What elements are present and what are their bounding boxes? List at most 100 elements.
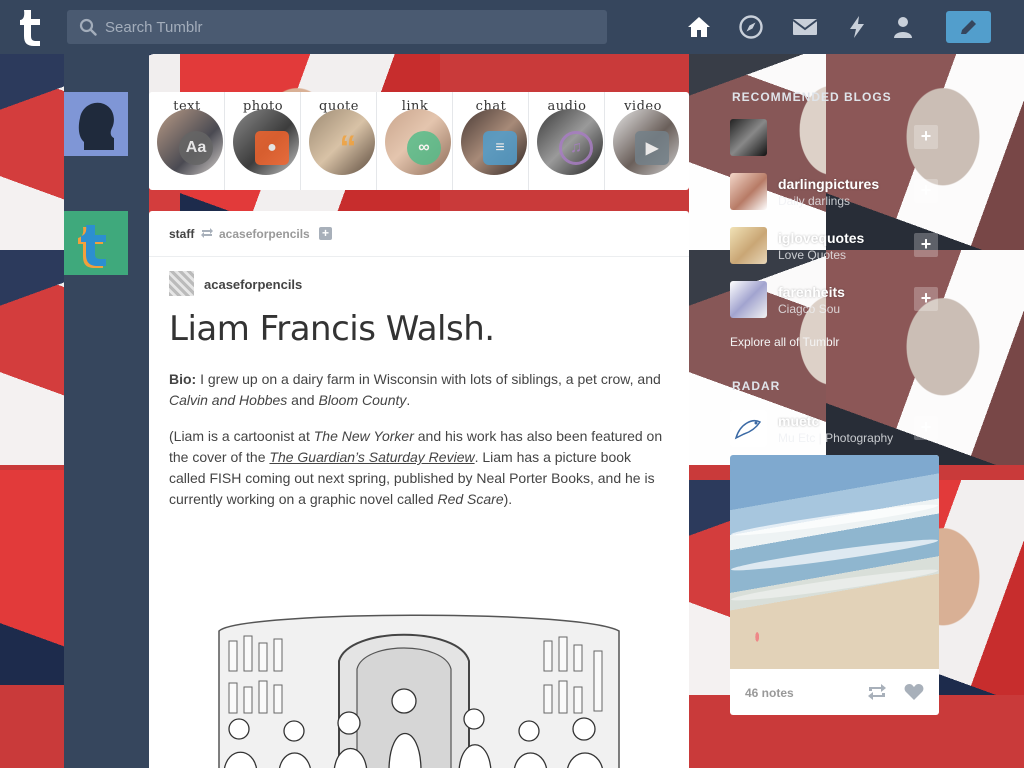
radar-blog-item[interactable]: muetc Mu Etc | Photography + bbox=[730, 410, 940, 450]
description-paragraph: (Liam is a cartoonist at The New Yorker … bbox=[169, 426, 669, 510]
staff-tumblr-logo-icon bbox=[78, 225, 106, 268]
default-avatar-silhouette-icon bbox=[78, 102, 114, 150]
post-type-audio[interactable]: audio ♫ bbox=[529, 92, 605, 190]
dashboard-left-column bbox=[64, 54, 149, 768]
post-type-photo[interactable]: photo ● bbox=[225, 92, 301, 190]
like-heart-icon[interactable] bbox=[904, 683, 924, 701]
search-input[interactable] bbox=[105, 10, 595, 44]
author-name[interactable]: acaseforpencils bbox=[204, 277, 302, 292]
link-chain-icon: ∞ bbox=[407, 131, 441, 165]
activity-lightning-icon[interactable] bbox=[844, 14, 870, 40]
follow-plus-icon[interactable]: + bbox=[914, 125, 938, 149]
guardian-link[interactable]: The Guardian’s Saturday Review bbox=[269, 449, 474, 465]
recommended-blog-item[interactable]: farenheits Ciagco Sou + bbox=[730, 281, 940, 321]
description-italic: Red Scare bbox=[437, 491, 504, 507]
account-person-icon[interactable] bbox=[890, 14, 916, 40]
post-cartoon-image bbox=[199, 601, 629, 768]
follow-plus-icon[interactable]: + bbox=[914, 179, 938, 203]
follow-plus-icon[interactable]: + bbox=[914, 416, 938, 440]
bio-label: Bio: bbox=[169, 371, 197, 387]
bird-sketch-icon bbox=[734, 420, 762, 440]
post-type-bar: text Aa photo ● quote “ link ∞ chat ≡ au… bbox=[149, 92, 689, 190]
bio-text: and bbox=[287, 392, 319, 408]
wave-decoration bbox=[730, 565, 939, 605]
blog-avatar[interactable] bbox=[730, 410, 767, 447]
dashboard-post: staff acaseforpencils + acaseforpencils … bbox=[149, 211, 689, 768]
post-type-thumbnail: ● bbox=[233, 109, 299, 175]
compose-button[interactable] bbox=[946, 11, 991, 43]
wave-decoration bbox=[730, 535, 939, 575]
notes-count[interactable]: 46 notes bbox=[745, 686, 794, 700]
blog-name[interactable]: darlingpictures bbox=[778, 176, 879, 192]
post-type-thumbnail: Aa bbox=[157, 109, 223, 175]
post-header: staff acaseforpencils + bbox=[149, 211, 689, 257]
home-icon[interactable] bbox=[686, 14, 712, 40]
bio-text: . bbox=[406, 392, 411, 408]
recommended-blog-item[interactable]: + bbox=[730, 119, 940, 159]
reblog-icon bbox=[201, 228, 213, 238]
text-aa-icon: Aa bbox=[179, 131, 213, 165]
recommended-blog-item[interactable]: iglovequotes Love Quotes + bbox=[730, 227, 940, 267]
author-avatar[interactable] bbox=[169, 271, 194, 296]
follow-plus-icon[interactable]: + bbox=[914, 233, 938, 257]
blog-avatar[interactable] bbox=[730, 173, 767, 210]
post-type-link[interactable]: link ∞ bbox=[377, 92, 453, 190]
follow-plus-icon[interactable]: + bbox=[319, 227, 332, 240]
reblog-icon[interactable] bbox=[866, 683, 888, 701]
post-body: Bio: I grew up on a dairy farm in Wiscon… bbox=[169, 369, 669, 525]
blog-title: Love Quotes bbox=[778, 248, 847, 262]
top-navigation-bar bbox=[0, 0, 1024, 54]
radar-beach-photo bbox=[730, 455, 939, 669]
radar-post-footer: 46 notes bbox=[730, 669, 939, 715]
post-type-thumbnail: ∞ bbox=[385, 109, 451, 175]
radar-heading: RADAR bbox=[732, 379, 781, 393]
blog-name[interactable]: iglovequotes bbox=[778, 230, 864, 246]
recommended-blogs-heading: RECOMMENDED BLOGS bbox=[732, 90, 892, 104]
reblog-source-name[interactable]: acaseforpencils bbox=[219, 227, 310, 241]
user-avatar[interactable] bbox=[64, 92, 128, 156]
blog-title: Ciagco Sou bbox=[778, 302, 841, 316]
description-text: ). bbox=[503, 491, 513, 507]
wave-decoration bbox=[730, 500, 939, 540]
post-type-thumbnail: ≡ bbox=[461, 109, 527, 175]
description-text: (Liam is a cartoonist at bbox=[169, 428, 314, 444]
blog-avatar[interactable] bbox=[730, 119, 767, 156]
blog-title: Mu Etc | Photography bbox=[778, 431, 894, 445]
radar-post-card[interactable]: 46 notes bbox=[730, 455, 939, 715]
blog-title: Daily darlings bbox=[778, 194, 851, 208]
post-type-thumbnail: ▶ bbox=[613, 109, 679, 175]
post-type-text[interactable]: text Aa bbox=[149, 92, 225, 190]
post-author: acaseforpencils bbox=[169, 271, 469, 297]
camera-icon: ● bbox=[255, 131, 289, 165]
chat-bubble-icon: ≡ bbox=[483, 131, 517, 165]
staff-avatar[interactable] bbox=[64, 211, 128, 275]
bio-italic: Bloom County bbox=[318, 392, 407, 408]
reblogger-name[interactable]: staff bbox=[169, 227, 194, 241]
bio-italic: Calvin and Hobbes bbox=[169, 392, 288, 408]
blog-avatar[interactable] bbox=[730, 227, 767, 264]
bio-text: I grew up on a dairy farm in Wisconsin w… bbox=[196, 371, 661, 387]
blog-name[interactable]: muetc bbox=[778, 413, 819, 429]
follow-plus-icon[interactable]: + bbox=[914, 287, 938, 311]
video-camera-icon: ▶ bbox=[635, 131, 669, 165]
search-box[interactable] bbox=[67, 10, 607, 44]
recommended-blog-item[interactable]: darlingpictures Daily darlings + bbox=[730, 173, 940, 213]
headphones-icon: ♫ bbox=[559, 131, 593, 165]
bio-paragraph: Bio: I grew up on a dairy farm in Wiscon… bbox=[169, 369, 669, 411]
post-type-quote[interactable]: quote “ bbox=[301, 92, 377, 190]
search-icon bbox=[79, 18, 97, 36]
description-italic: The New Yorker bbox=[313, 428, 414, 444]
compose-pencil-icon bbox=[961, 20, 976, 34]
post-title: Liam Francis Walsh. bbox=[169, 309, 495, 349]
post-type-thumbnail: “ bbox=[309, 109, 375, 175]
blog-name[interactable]: farenheits bbox=[778, 284, 845, 300]
explore-compass-icon[interactable] bbox=[738, 14, 764, 40]
post-type-chat[interactable]: chat ≡ bbox=[453, 92, 529, 190]
tumblr-logo-icon[interactable] bbox=[18, 8, 48, 46]
explore-all-link[interactable]: Explore all of Tumblr bbox=[730, 335, 839, 349]
post-type-thumbnail: ♫ bbox=[537, 109, 603, 175]
post-type-video[interactable]: video ▶ bbox=[605, 92, 681, 190]
inbox-mail-icon[interactable] bbox=[792, 14, 818, 40]
quote-marks-icon: “ bbox=[339, 128, 357, 167]
blog-avatar[interactable] bbox=[730, 281, 767, 318]
